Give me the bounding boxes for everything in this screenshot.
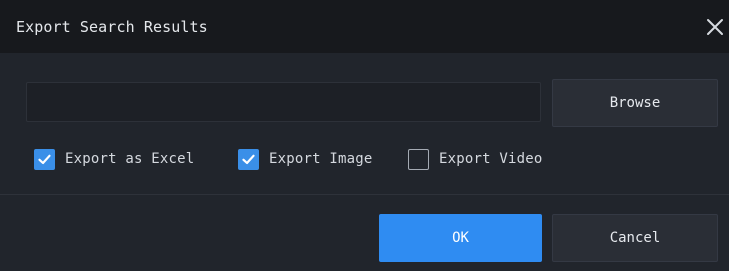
close-icon [707, 19, 723, 35]
export-video-option[interactable]: Export Video [408, 148, 543, 170]
export-search-results-dialog: Export Search Results Browse Export as E… [0, 0, 729, 271]
dialog-titlebar: Export Search Results [0, 0, 729, 53]
browse-button[interactable]: Browse [552, 79, 718, 127]
close-button[interactable] [701, 13, 729, 41]
export-path-input[interactable] [26, 82, 541, 122]
checkmark-icon [38, 154, 51, 164]
export-image-checkbox[interactable] [238, 148, 259, 170]
export-video-label: Export Video [439, 151, 543, 167]
export-video-checkbox[interactable] [408, 148, 429, 170]
footer-divider [0, 194, 729, 195]
export-image-option[interactable]: Export Image [238, 148, 373, 170]
export-excel-option[interactable]: Export as Excel [34, 148, 194, 170]
ok-button[interactable]: OK [379, 214, 542, 262]
export-excel-checkbox[interactable] [34, 148, 55, 170]
export-image-label: Export Image [269, 151, 373, 167]
dialog-title: Export Search Results [16, 18, 208, 36]
cancel-button[interactable]: Cancel [552, 214, 718, 262]
export-excel-label: Export as Excel [65, 151, 195, 167]
checkmark-icon [242, 154, 255, 164]
